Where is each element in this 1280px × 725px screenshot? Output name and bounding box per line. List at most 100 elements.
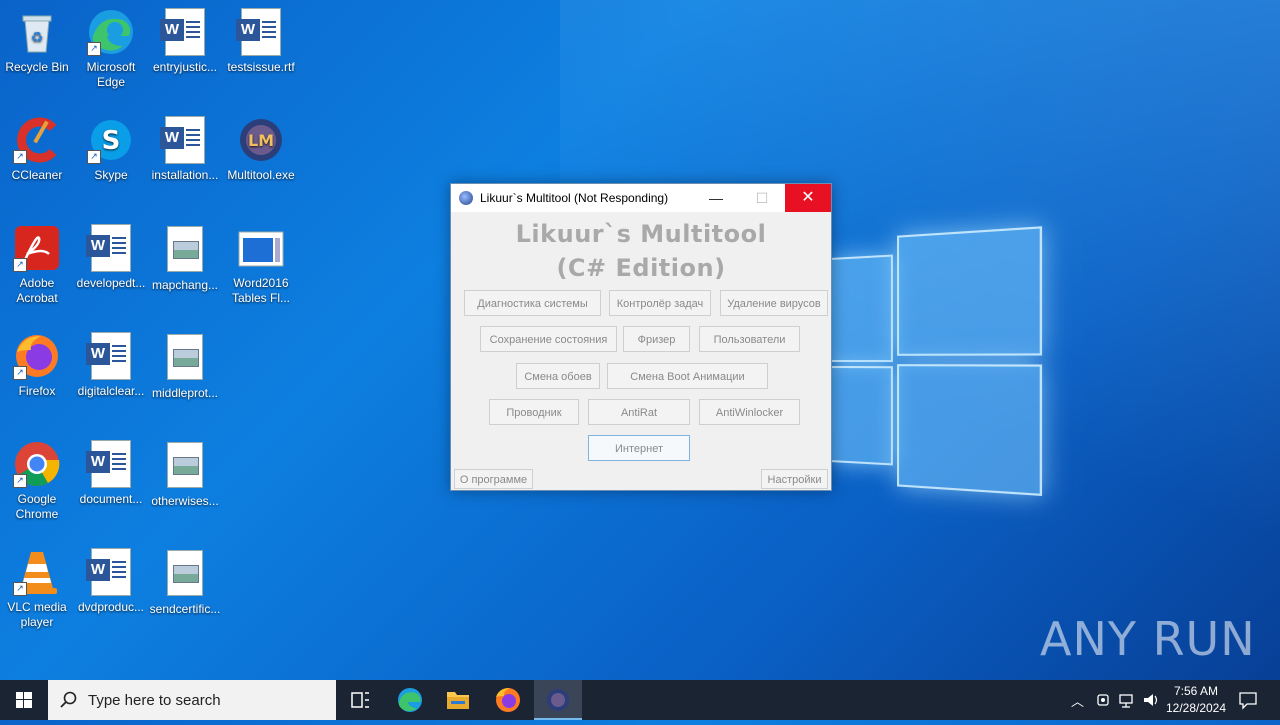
- shortcut-arrow-icon: ↗: [87, 42, 101, 56]
- desktop-icon-label: Skype: [94, 168, 128, 182]
- taskbar-file-explorer-button[interactable]: [434, 680, 482, 720]
- image-file-icon: [161, 442, 209, 490]
- desktop-icon-label: Firefox: [18, 384, 56, 398]
- system-diagnostics-button[interactable]: Диагностика системы: [464, 290, 601, 316]
- multitool-app-icon: [547, 689, 569, 711]
- skype-icon: S ↗: [87, 116, 135, 164]
- svg-text:LM: LM: [248, 131, 274, 150]
- volume-icon[interactable]: [1142, 691, 1160, 709]
- show-hidden-icons-chevron-icon[interactable]: ︿: [1071, 691, 1084, 710]
- desktop-icon-label: Word2016 Tables Fl...: [231, 276, 291, 305]
- desktop-icon-google-chrome[interactable]: ↗ Google Chrome: [0, 440, 75, 522]
- desktop-icon-label: CCleaner: [11, 168, 63, 182]
- app-heading: Likuur`s Multitool: [515, 220, 767, 248]
- edge-icon: [398, 688, 422, 712]
- desktop-icon-dvdproduc[interactable]: W dvdproduc...: [73, 548, 149, 615]
- desktop-icon-otherwises[interactable]: otherwises...: [147, 440, 223, 509]
- taskbar-edge-button[interactable]: [386, 680, 434, 720]
- shortcut-arrow-icon: ↗: [13, 474, 27, 488]
- desktop-icon-word2016-tables[interactable]: Word2016 Tables Fl...: [223, 224, 299, 306]
- antirat-button[interactable]: AntiRat: [588, 399, 690, 425]
- firefox-icon: ↗: [13, 332, 61, 380]
- change-boot-animation-button[interactable]: Смена Boot Анимации: [607, 363, 768, 389]
- task-view-button[interactable]: [336, 680, 384, 720]
- notifications-icon[interactable]: [1238, 690, 1258, 710]
- settings-button[interactable]: Настройки: [761, 469, 828, 489]
- desktop-icon-sendcertific[interactable]: sendcertific...: [147, 548, 223, 617]
- wallpaper-windows-logo: [830, 226, 1043, 497]
- desktop-icon-skype[interactable]: S ↗ Skype: [73, 116, 149, 183]
- taskbar: Type here to search ︿ 7:56 AM 12/28/2024: [0, 680, 1280, 720]
- clock-date: 12/28/2024: [1165, 701, 1227, 715]
- multitool-window: Likuur`s Multitool (Not Responding) — ☐ …: [450, 183, 832, 491]
- desktop-icon-edge[interactable]: ↗ Microsoft Edge: [73, 8, 149, 90]
- antiwinlocker-button[interactable]: AntiWinlocker: [699, 399, 800, 425]
- html-file-icon: [237, 224, 285, 272]
- network-icon[interactable]: [1118, 691, 1136, 709]
- search-icon: [60, 691, 77, 708]
- desktop-icon-entryjustic[interactable]: W entryjustic...: [147, 8, 223, 75]
- change-wallpaper-button[interactable]: Смена обоев: [516, 363, 600, 389]
- desktop-icon-testsissue[interactable]: W testsissue.rtf: [223, 8, 299, 75]
- taskbar-search-box[interactable]: Type here to search: [48, 680, 336, 720]
- desktop-icon-mapchang[interactable]: mapchang...: [147, 224, 223, 293]
- shortcut-arrow-icon: ↗: [13, 366, 27, 380]
- acrobat-icon: ↗: [13, 224, 61, 272]
- desktop-icon-document[interactable]: W document...: [73, 440, 149, 507]
- virus-removal-button[interactable]: Удаление вирусов: [720, 290, 828, 316]
- desktop-icon-label: testsissue.rtf: [227, 60, 295, 74]
- maximize-button[interactable]: ☐: [739, 184, 785, 212]
- close-button[interactable]: ✕: [785, 184, 831, 212]
- start-button[interactable]: [0, 680, 48, 720]
- desktop-icon-label: otherwises...: [151, 494, 219, 508]
- desktop-icon-firefox[interactable]: ↗ Firefox: [0, 332, 75, 399]
- vlc-cone-icon: ↗: [13, 548, 61, 596]
- anyrun-watermark: ANY RUN: [1040, 612, 1256, 666]
- word-document-icon: W: [86, 224, 135, 272]
- taskbar-clock[interactable]: 7:56 AM 12/28/2024: [1160, 683, 1232, 717]
- shortcut-arrow-icon: ↗: [13, 258, 27, 272]
- desktop-icon-middleprot[interactable]: middleprot...: [147, 332, 223, 401]
- desktop-icon-vlc[interactable]: ↗ VLC media player: [0, 548, 75, 630]
- word-document-icon: W: [86, 548, 135, 596]
- desktop-icon-digitalclear[interactable]: W digitalclear...: [73, 332, 149, 399]
- desktop-icon-installation[interactable]: W installation...: [147, 116, 223, 183]
- folder-icon: [447, 692, 469, 709]
- desktop-icon-recycle-bin[interactable]: ♻ Recycle Bin: [0, 8, 75, 75]
- word-document-icon: W: [86, 332, 135, 380]
- image-file-icon: [161, 334, 209, 382]
- svg-text:S: S: [102, 126, 121, 156]
- word-document-icon: W: [86, 440, 135, 488]
- firefox-icon: [496, 688, 520, 712]
- save-state-button[interactable]: Сохранение состояния: [480, 326, 617, 352]
- internet-button[interactable]: Интернет: [588, 435, 690, 461]
- desktop-icon-label: document...: [79, 492, 143, 506]
- explorer-button[interactable]: Проводник: [489, 399, 579, 425]
- recycle-bin-icon: ♻: [13, 8, 61, 56]
- desktop-icon-label: middleprot...: [151, 386, 219, 400]
- task-controller-button[interactable]: Контролёр задач: [609, 290, 711, 316]
- desktop-icon-label: developedt...: [76, 276, 146, 290]
- taskbar-multitool-button[interactable]: [534, 680, 582, 720]
- meet-now-icon[interactable]: [1095, 691, 1111, 709]
- taskbar-firefox-button[interactable]: [484, 680, 532, 720]
- about-button[interactable]: О программе: [454, 469, 533, 489]
- clock-time: 7:56 AM: [1173, 684, 1219, 698]
- freezer-button[interactable]: Фризер: [623, 326, 690, 352]
- desktop-icon-adobe-acrobat[interactable]: ↗ Adobe Acrobat: [0, 224, 75, 306]
- multitool-app-icon: [459, 191, 473, 205]
- desktop-icon-label: VLC media player: [7, 600, 67, 629]
- desktop-icon-ccleaner[interactable]: ↗ CCleaner: [0, 116, 75, 183]
- desktop-icon-label: mapchang...: [151, 278, 219, 292]
- desktop-icon-label: digitalclear...: [77, 384, 145, 398]
- desktop-icon-developedt[interactable]: W developedt...: [73, 224, 149, 291]
- task-view-icon: [351, 692, 369, 708]
- users-button[interactable]: Пользователи: [699, 326, 800, 352]
- chrome-icon: ↗: [13, 440, 61, 488]
- minimize-button[interactable]: —: [693, 184, 739, 212]
- window-titlebar[interactable]: Likuur`s Multitool (Not Responding) — ☐ …: [451, 184, 831, 212]
- shortcut-arrow-icon: ↗: [13, 150, 27, 164]
- image-file-icon: [161, 550, 209, 598]
- desktop-icon-multitool[interactable]: LM Multitool.exe: [223, 116, 299, 183]
- windows-logo-icon: [16, 692, 32, 708]
